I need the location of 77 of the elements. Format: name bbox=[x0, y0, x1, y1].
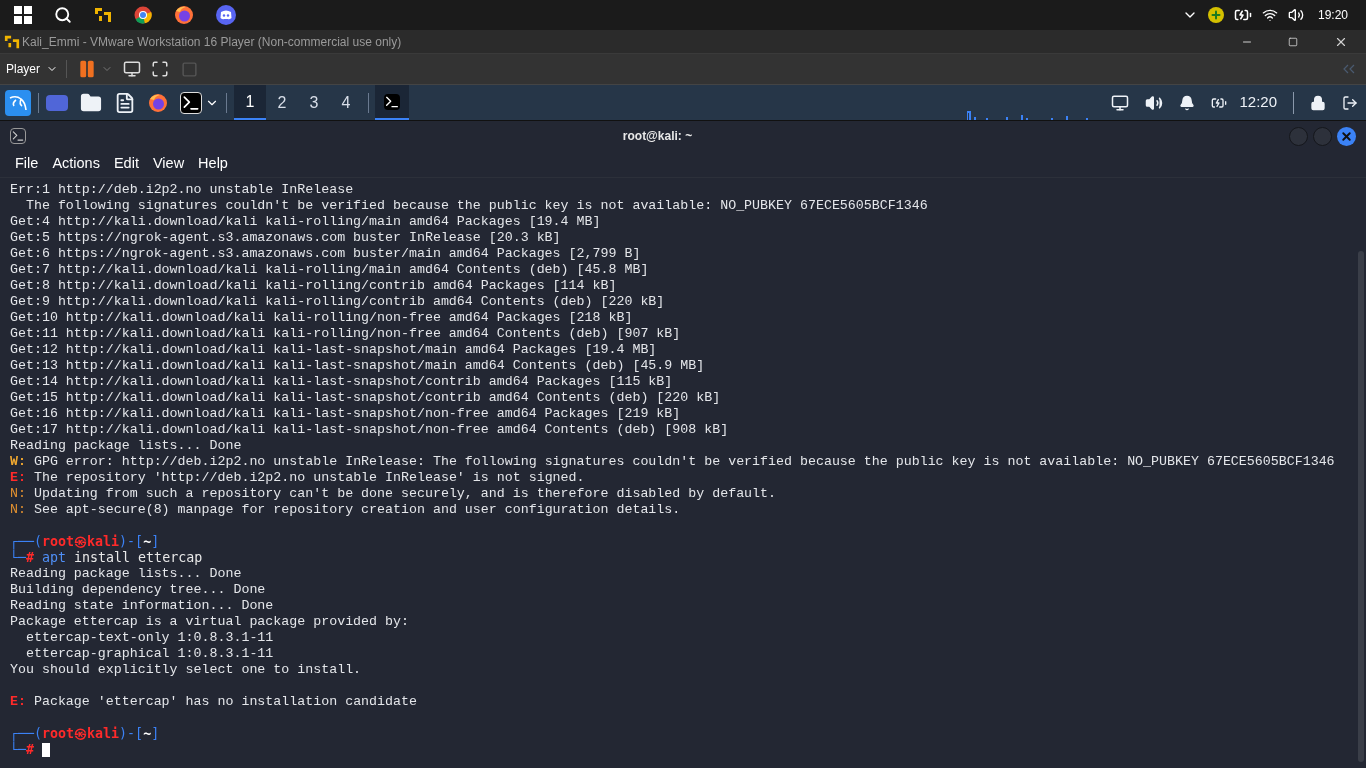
menu-item[interactable]: Edit bbox=[113, 153, 139, 175]
notice-line: N: Updating from such a repository can't be done securely, and is therefore disabled by default. bbox=[10, 486, 777, 502]
output-line: Get:4 http://kali.download/kali kali-rolling/main amd64 Packages [19.4 MB] bbox=[10, 214, 601, 230]
output-line: Get:11 http://kali.download/kali kali-rolling/non-free amd64 Contents (deb) [907 kB] bbox=[10, 326, 681, 342]
notice-line: N: See apt-secure(8) manpage for repository creation and user configuration details. bbox=[10, 502, 681, 518]
output-line: Get:14 http://kali.download/kali kali-last-snapshot/contrib amd64 Packages [115 kB] bbox=[10, 374, 673, 390]
workspace-button[interactable]: 4 bbox=[330, 85, 362, 120]
output-line: The following signatures couldn't be verified because the public key is not available: NO_PUBKEY 67ECE5605BCF1346 bbox=[24, 198, 928, 214]
prompt-symbol: └─# bbox=[10, 742, 35, 758]
lock-icon[interactable] bbox=[1310, 94, 1326, 111]
output-line: ettercap-text-only 1:0.8.3.1-11 bbox=[24, 630, 274, 646]
vmware-logo-icon[interactable] bbox=[4, 33, 20, 50]
menu-item[interactable]: Help bbox=[198, 153, 228, 175]
firefox-icon[interactable] bbox=[174, 5, 194, 25]
output-line: Reading package lists... Done bbox=[10, 566, 242, 582]
terminal-icon bbox=[10, 128, 26, 144]
menu-item[interactable]: View bbox=[152, 153, 185, 175]
output-line: Reading package lists... Done bbox=[10, 438, 242, 454]
output-line: You should explicitly select one to install. bbox=[10, 662, 362, 678]
panel-clock[interactable]: 12:20 bbox=[1239, 91, 1277, 114]
output-line: Get:15 http://kali.download/kali kali-last-snapshot/contrib amd64 Contents (deb) [220 kB] bbox=[10, 390, 721, 406]
taskbar-clock[interactable]: 19:20 bbox=[1317, 6, 1348, 24]
error-line: E: The repository 'http://deb.i2p2.no unstable InRelease' is not signed. bbox=[10, 470, 585, 486]
player-menu-button[interactable]: Player bbox=[6, 60, 67, 78]
error-line: E: Package 'ettercap' has no installation candidate bbox=[10, 694, 417, 710]
folder-icon[interactable] bbox=[80, 91, 102, 114]
workspace-button[interactable]: 3 bbox=[298, 85, 330, 120]
menu-item[interactable]: File bbox=[15, 153, 39, 175]
warning-line: W: GPG error: http://deb.i2p2.no unstable InRelease: The following signatures couldn't be verified because the public key is not available: NO_PUBKEY 67ECE5605BCF1346 bbox=[10, 454, 1335, 470]
output-line: ettercap-graphical 1:0.8.3.1-11 bbox=[24, 646, 274, 662]
output-line: Package ettercap is a virtual package provided by: bbox=[10, 614, 409, 630]
window-title: Kali_Emmi - VMware Workstation 16 Player (Non-commercial use only) bbox=[22, 33, 402, 51]
discord-icon[interactable] bbox=[216, 5, 236, 25]
wifi-icon[interactable] bbox=[1261, 7, 1278, 23]
terminal-icon bbox=[384, 93, 400, 110]
vmware-logo-icon[interactable] bbox=[94, 6, 112, 24]
output-line: Get:8 http://kali.download/kali kali-rolling/contrib amd64 Packages [114 kB] bbox=[10, 278, 617, 294]
output-line: Get:13 http://kali.download/kali kali-last-snapshot/main amd64 Contents (deb) [45.9 MB] bbox=[10, 358, 705, 374]
search-icon[interactable] bbox=[54, 6, 72, 24]
volume-icon[interactable] bbox=[1287, 7, 1304, 23]
terminal-icon[interactable] bbox=[180, 91, 202, 114]
maximize-icon[interactable] bbox=[1288, 36, 1298, 47]
output-line: Get:5 https://ngrok-agent.s3.amazonaws.com buster InRelease [20.3 kB] bbox=[10, 230, 561, 246]
command-text: apt install ettercap bbox=[42, 550, 203, 566]
notification-bell-icon[interactable] bbox=[1179, 94, 1196, 111]
output-line: Get:9 http://kali.download/kali kali-rolling/contrib amd64 Contents (deb) [220 kB] bbox=[10, 294, 665, 310]
close-icon bbox=[1340, 129, 1353, 143]
prompt-line: ┌──(root㉿kali)-[~] bbox=[10, 726, 160, 742]
fullscreen-icon[interactable] bbox=[151, 60, 169, 78]
menu-item[interactable]: Actions bbox=[52, 153, 100, 175]
volume-icon[interactable] bbox=[1145, 93, 1164, 112]
output-line: Reading state information... Done bbox=[10, 598, 274, 614]
plus-badge-icon[interactable] bbox=[1207, 7, 1224, 23]
window-title: root@kali: ~ bbox=[622, 128, 693, 145]
output-line: Get:6 https://ngrok-agent.s3.amazonaws.com buster/main amd64 Packages [2,799 B] bbox=[10, 246, 641, 262]
firefox-icon[interactable] bbox=[148, 92, 168, 113]
output-line: Get:12 http://kali.download/kali kali-last-snapshot/main amd64 Packages [19.4 MB] bbox=[10, 342, 657, 358]
prompt-symbol: └─# bbox=[10, 550, 35, 566]
output-line: Get:17 http://kali.download/kali kali-last-snapshot/non-free amd64 Contents (deb) [908 kB] bbox=[10, 422, 729, 438]
pause-icon[interactable] bbox=[77, 59, 97, 79]
text-editor-icon[interactable] bbox=[114, 91, 136, 114]
workspace-button[interactable]: 2 bbox=[266, 85, 298, 120]
terminal-task-button[interactable] bbox=[375, 85, 409, 120]
kali-menu-button[interactable] bbox=[5, 89, 31, 116]
network-icon[interactable] bbox=[1111, 93, 1130, 112]
chrome-icon[interactable] bbox=[134, 6, 152, 24]
windows-logo-icon[interactable] bbox=[14, 6, 32, 24]
close-button[interactable] bbox=[1337, 126, 1356, 146]
desktop-icon[interactable] bbox=[46, 94, 68, 111]
output-line: Get:10 http://kali.download/kali kali-rolling/non-free amd64 Packages [218 kB] bbox=[10, 310, 633, 326]
workspace-button[interactable]: 1 bbox=[234, 85, 266, 120]
output-line: Err:1 http://deb.i2p2.no unstable InRelease bbox=[10, 182, 354, 198]
logout-icon[interactable] bbox=[1342, 94, 1358, 111]
output-line: Get:16 http://kali.download/kali kali-last-snapshot/non-free amd64 Packages [219 kB] bbox=[10, 406, 681, 422]
output-line: Building dependency tree... Done bbox=[10, 582, 266, 598]
output-line: Get:7 http://kali.download/kali kali-rolling/main amd64 Contents (deb) [45.8 MB] bbox=[10, 262, 649, 278]
prompt-line: ┌──(root㉿kali)-[~] bbox=[10, 534, 160, 550]
